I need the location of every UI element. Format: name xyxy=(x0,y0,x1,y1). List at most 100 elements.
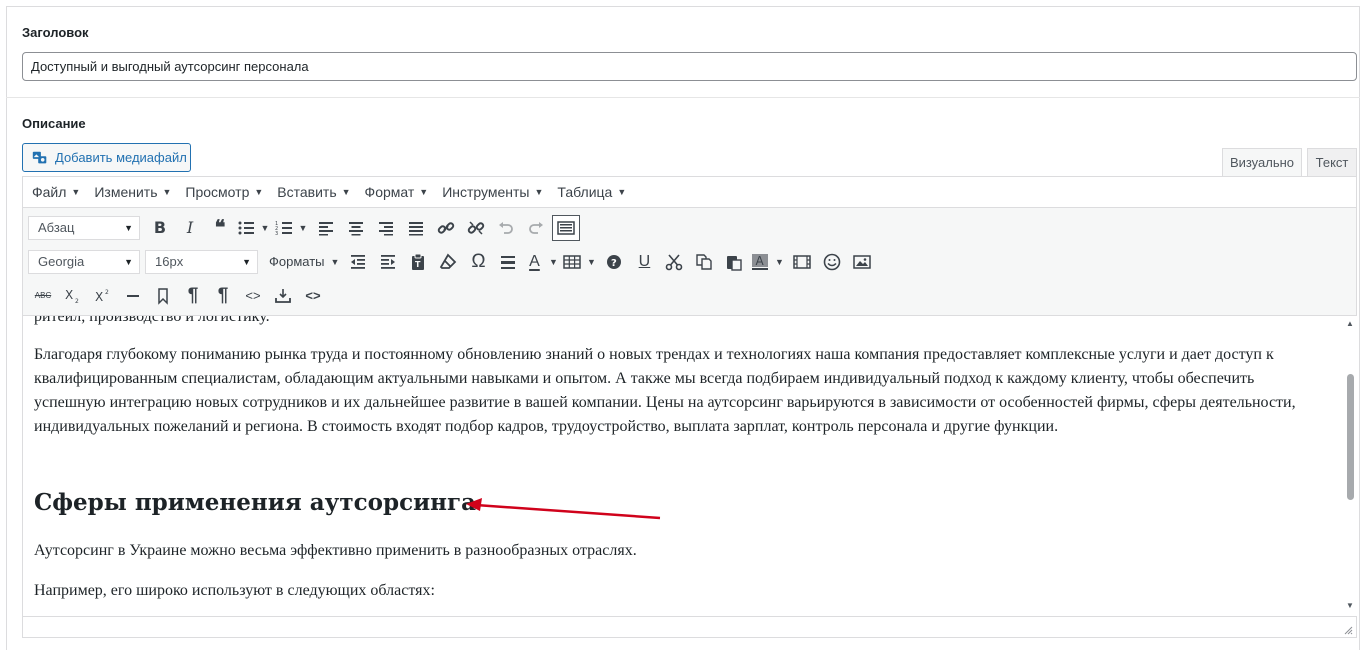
title-input[interactable]: Доступный и выгодный аутсорсинг персонал… xyxy=(22,52,1357,81)
align-justify-icon[interactable] xyxy=(401,214,431,242)
menu-table[interactable]: Таблица ▼ xyxy=(557,184,626,200)
add-media-label: Добавить медиафайл xyxy=(55,150,187,165)
blockquote-icon[interactable]: ❝ xyxy=(205,214,235,242)
help-icon[interactable]: ? xyxy=(599,248,629,276)
chevron-down-icon: ▼ xyxy=(124,222,133,233)
background-color-icon[interactable]: A xyxy=(749,248,771,276)
content-paragraph-2: Аутсорсинг в Украине можно весьма эффект… xyxy=(34,542,637,559)
anchor-icon[interactable] xyxy=(148,282,178,310)
description-label: Описание xyxy=(22,116,86,131)
emoticons-icon[interactable] xyxy=(817,248,847,276)
chevron-down-icon: ▼ xyxy=(242,256,251,267)
horizontal-rule-icon[interactable] xyxy=(118,282,148,310)
formats-dropdown[interactable]: Форматы ▼ xyxy=(263,248,343,276)
copy-icon[interactable] xyxy=(689,248,719,276)
table-icon[interactable] xyxy=(561,248,583,276)
font-size-select[interactable]: 16px ▼ xyxy=(145,249,258,274)
font-family-select[interactable]: Georgia ▼ xyxy=(28,249,140,274)
chevron-down-icon[interactable]: ▼ xyxy=(583,248,599,276)
formats-label: Форматы xyxy=(269,254,325,269)
menu-table-label: Таблица xyxy=(557,184,613,200)
scroll-up-icon[interactable]: ▲ xyxy=(1346,319,1354,328)
svg-text:?: ? xyxy=(611,258,617,269)
bold-icon[interactable]: B xyxy=(145,214,175,242)
tab-text[interactable]: Текст xyxy=(1307,148,1357,177)
numbered-list-icon[interactable]: 123 xyxy=(273,214,295,242)
svg-text:X: X xyxy=(95,290,103,304)
align-center-icon[interactable] xyxy=(341,214,371,242)
toolbar-row-2: Georgia ▼ 16px ▼ Форматы ▼ T Ω A ▼ ▼ ? U… xyxy=(23,245,877,278)
underline-icon[interactable]: U xyxy=(629,248,659,276)
toolbar-toggle-icon[interactable] xyxy=(552,214,580,241)
svg-text:2: 2 xyxy=(105,289,109,296)
paste-icon[interactable] xyxy=(719,248,749,276)
code-icon[interactable]: <> xyxy=(238,282,268,310)
undo-icon[interactable] xyxy=(491,214,521,242)
menu-edit[interactable]: Изменить ▼ xyxy=(94,184,171,200)
menu-view[interactable]: Просмотр ▼ xyxy=(185,184,263,200)
image-icon[interactable] xyxy=(847,248,877,276)
link-icon[interactable] xyxy=(431,214,461,242)
content-scrollbar[interactable]: ▲ ▼ xyxy=(1343,316,1357,616)
menu-edit-label: Изменить xyxy=(94,184,158,200)
cut-icon[interactable] xyxy=(659,248,689,276)
horizontal-line-icon[interactable] xyxy=(493,248,523,276)
strikethrough-icon[interactable]: ABC xyxy=(28,282,58,310)
clear-formatting-icon[interactable] xyxy=(433,248,463,276)
chevron-down-icon: ▼ xyxy=(124,256,133,267)
title-label: Заголовок xyxy=(22,25,89,40)
media-icon xyxy=(32,151,47,163)
chevron-down-icon: ▼ xyxy=(162,187,172,197)
font-size-value: 16px xyxy=(155,254,184,269)
block-format-select[interactable]: Абзац ▼ xyxy=(28,215,140,240)
show-blocks-icon[interactable]: ¶ xyxy=(208,282,238,310)
add-media-button[interactable]: Добавить медиафайл xyxy=(22,143,191,172)
chevron-down-icon: ▼ xyxy=(419,187,429,197)
chevron-down-icon[interactable]: ▼ xyxy=(771,248,787,276)
align-left-icon[interactable] xyxy=(311,214,341,242)
align-right-icon[interactable] xyxy=(371,214,401,242)
svg-text:2: 2 xyxy=(75,298,79,305)
content-paragraph-1: Благодаря глубокому пониманию рынка труд… xyxy=(34,346,1296,435)
editor-menubar: Файл ▼ Изменить ▼ Просмотр ▼ Вставить ▼ Форм… xyxy=(23,177,1356,208)
menu-format[interactable]: Формат ▼ xyxy=(365,184,429,200)
menu-tools[interactable]: Инструменты ▼ xyxy=(442,184,543,200)
chevron-down-icon: ▼ xyxy=(254,187,264,197)
superscript-icon[interactable]: X2 xyxy=(88,282,118,310)
unlink-icon[interactable] xyxy=(461,214,491,242)
content-heading: Сферы применения аутсорсинга xyxy=(34,489,476,516)
chevron-down-icon: ▼ xyxy=(330,256,340,267)
svg-text:X: X xyxy=(65,288,73,302)
chevron-down-icon: ▼ xyxy=(71,187,81,197)
scroll-down-icon[interactable]: ▼ xyxy=(1346,601,1354,610)
menu-insert[interactable]: Вставить ▼ xyxy=(277,184,350,200)
editor-content[interactable]: ритейл, производство и логистику. Благод… xyxy=(23,316,1343,616)
redo-icon[interactable] xyxy=(521,214,551,242)
indent-icon[interactable] xyxy=(373,248,403,276)
editor-toolbar: Абзац ▼ B I ❝ ▼ 123 ▼ Georgia ▼ 16px ▼ Ф… xyxy=(23,208,1356,316)
editor-statusbar xyxy=(23,616,1356,637)
svg-text:T: T xyxy=(415,260,421,269)
scroll-thumb[interactable] xyxy=(1347,374,1354,500)
special-character-icon[interactable]: Ω xyxy=(463,248,493,276)
paragraph-mark-icon[interactable]: ¶ xyxy=(178,282,208,310)
chevron-down-icon[interactable]: ▼ xyxy=(545,248,561,276)
paste-text-icon[interactable]: T xyxy=(403,248,433,276)
outdent-icon[interactable] xyxy=(343,248,373,276)
subscript-icon[interactable]: X2 xyxy=(58,282,88,310)
tab-visual[interactable]: Визуально xyxy=(1222,148,1302,177)
bullet-list-icon[interactable] xyxy=(235,214,257,242)
chevron-down-icon: ▼ xyxy=(617,187,627,197)
insert-below-icon[interactable] xyxy=(268,282,298,310)
resize-handle-icon[interactable] xyxy=(1343,625,1353,635)
text-color-icon[interactable]: A xyxy=(523,248,545,276)
source-code-icon[interactable]: <> xyxy=(298,282,328,310)
menu-file[interactable]: Файл ▼ xyxy=(32,184,80,200)
italic-icon[interactable]: I xyxy=(175,214,205,242)
font-family-value: Georgia xyxy=(38,254,85,269)
editor: Файл ▼ Изменить ▼ Просмотр ▼ Вставить ▼ Форм… xyxy=(22,176,1357,638)
chevron-down-icon[interactable]: ▼ xyxy=(295,214,311,242)
media-embed-icon[interactable] xyxy=(787,248,817,276)
chevron-down-icon[interactable]: ▼ xyxy=(257,214,273,242)
block-format-value: Абзац xyxy=(38,220,75,235)
